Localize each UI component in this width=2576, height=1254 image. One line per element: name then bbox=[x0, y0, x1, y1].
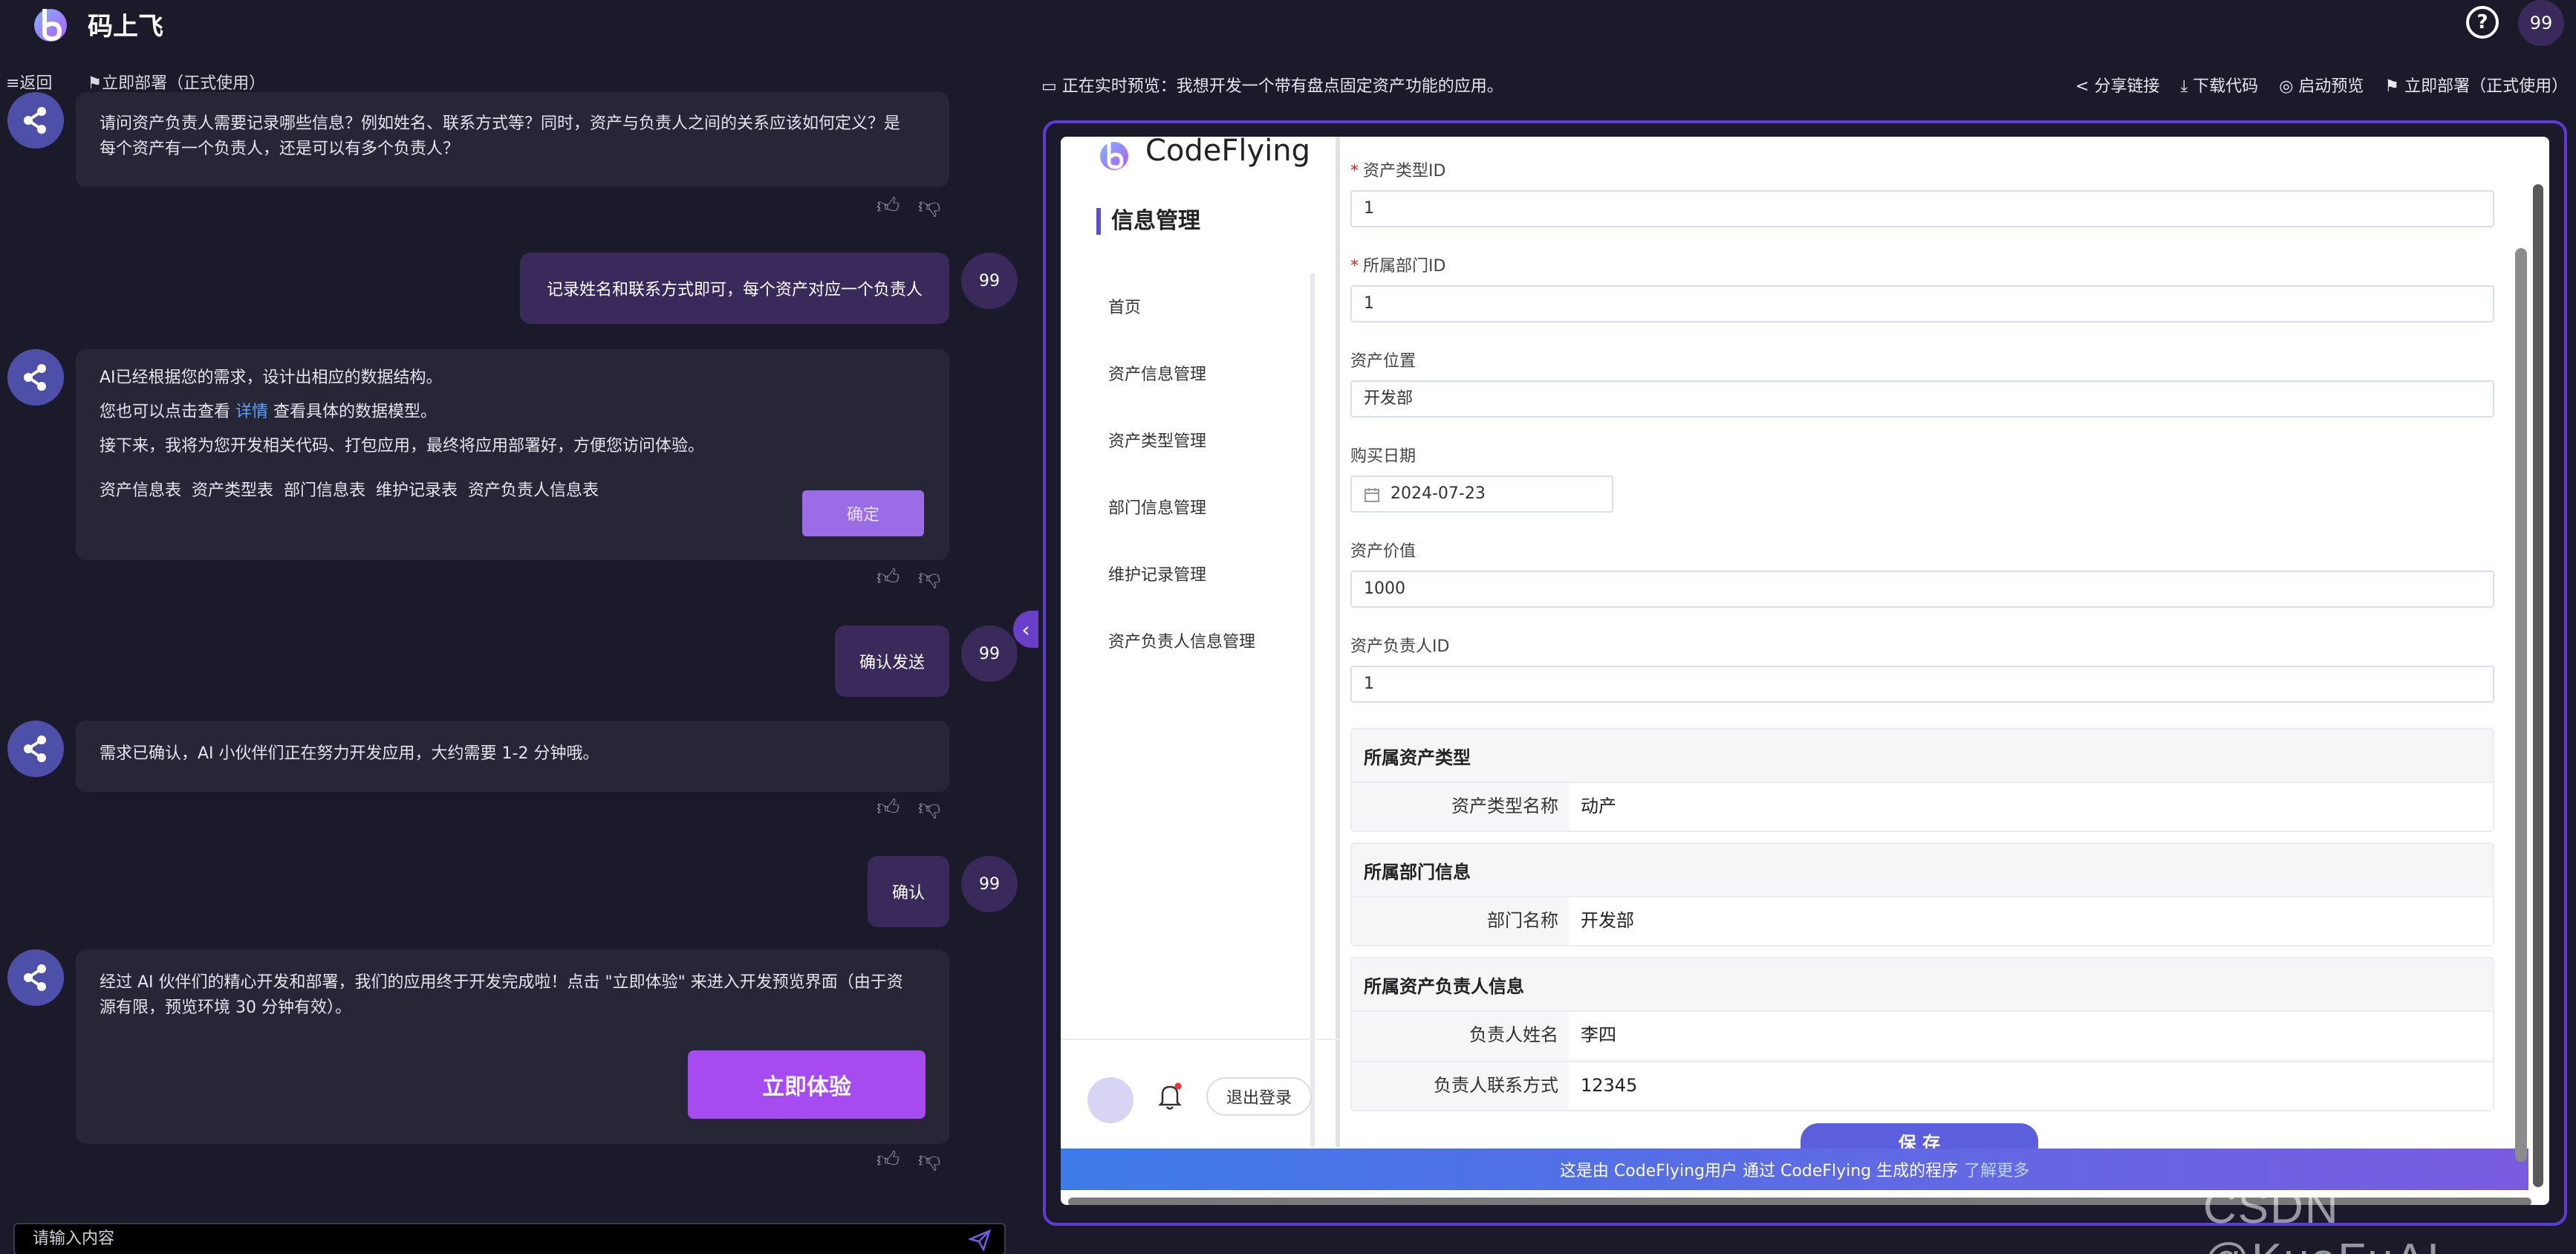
asset-type-id-input[interactable]: 1 bbox=[1350, 190, 2494, 227]
asset-owner-card: 所属资产负责人信息 负责人姓名 李四 负责人联系方式 12345 bbox=[1350, 957, 2494, 1111]
confirm-button[interactable]: 确定 bbox=[802, 490, 924, 536]
start-preview-button[interactable]: ◎ 启动预览 bbox=[2279, 73, 2364, 97]
learn-more-link[interactable]: 了解更多 bbox=[1964, 1157, 2029, 1181]
thumbs-up-icon[interactable]: 👍︎ bbox=[876, 193, 902, 219]
table-row: 负责人联系方式 12345 bbox=[1352, 1061, 2493, 1110]
page-scrollbar[interactable] bbox=[2533, 184, 2543, 1187]
thumbs-down-icon[interactable]: 👎︎ bbox=[918, 795, 943, 821]
sidebar-scrollbar[interactable] bbox=[1310, 273, 1315, 1147]
user-avatar[interactable]: 99 bbox=[2518, 0, 2564, 46]
feedback: 👍︎ 👎︎ bbox=[876, 1147, 943, 1173]
asset-type-card: 所属资产类型 资产类型名称 动产 bbox=[1350, 728, 2494, 832]
codeflying-logo-icon bbox=[1100, 141, 1128, 170]
menu-item-asset-info[interactable]: 资产信息管理 bbox=[1108, 361, 1206, 385]
menu-item-asset-owner[interactable]: 资产负责人信息管理 bbox=[1108, 628, 1255, 652]
play-icon: ◎ bbox=[2279, 77, 2299, 96]
ai-message: 需求已确认，AI 小伙伴们正在努力开发应用，大约需要 1-2 分钟哦。 bbox=[76, 721, 949, 792]
department-card: 所属部门信息 部门名称 开发部 bbox=[1350, 842, 2494, 946]
ai-avatar bbox=[7, 349, 64, 406]
app-logo-icon bbox=[34, 9, 67, 42]
form-scrollbar[interactable] bbox=[2515, 248, 2527, 1162]
chat-toolbar: ≡返回 ⚑立即部署（正式使用） bbox=[6, 70, 295, 94]
user-avatar: 99 bbox=[961, 626, 1018, 682]
purchase-date-picker[interactable]: 2024-07-23 bbox=[1350, 475, 1613, 513]
brand-name: CodeFlying bbox=[1145, 137, 1311, 168]
table-row: 资产类型名称 动产 bbox=[1352, 782, 2493, 831]
share-nodes-icon bbox=[24, 735, 46, 762]
logout-button[interactable]: 退出登录 bbox=[1206, 1077, 1312, 1116]
ai-avatar bbox=[7, 949, 64, 1006]
thumbs-up-icon[interactable]: 👍︎ bbox=[876, 1147, 902, 1173]
thumbs-up-icon[interactable]: 👍︎ bbox=[876, 795, 902, 821]
share-nodes-icon bbox=[24, 964, 46, 991]
preview-actions: < 分享链接 ⤓ 下载代码 ◎ 启动预览 ⚑ 立即部署（正式使用） bbox=[2075, 73, 2568, 97]
download-code-button[interactable]: ⤓ 下载代码 bbox=[2180, 73, 2258, 97]
top-bar: 码上飞 ? 99 bbox=[0, 0, 2576, 65]
preview-status: ▭ 正在实时预览：我想开发一个带有盘点固定资产功能的应用。 bbox=[1041, 77, 1503, 96]
app-title: 码上飞 bbox=[88, 12, 163, 42]
ai-message: 请问资产负责人需要记录哪些信息？例如姓名、联系方式等？同时，资产与负责人之间的关… bbox=[76, 92, 949, 187]
menu-item-maintenance[interactable]: 维护记录管理 bbox=[1108, 562, 1206, 585]
menu-item-department[interactable]: 部门信息管理 bbox=[1108, 495, 1206, 519]
section-title: 信息管理 bbox=[1096, 208, 1200, 235]
asset-owner-id-input[interactable]: 1 bbox=[1350, 666, 2494, 703]
thumbs-up-icon[interactable]: 👍︎ bbox=[876, 565, 902, 591]
preview-sidebar: CodeFlying 信息管理 首页 资产信息管理 资产类型管理 部门信息管理 … bbox=[1061, 137, 1340, 1147]
user-avatar: 99 bbox=[961, 856, 1018, 912]
table-row: 部门名称 开发部 bbox=[1352, 896, 2493, 945]
ai-avatar bbox=[7, 721, 64, 777]
user-message: 记录姓名和联系方式即可，每个资产对应一个负责人 bbox=[520, 253, 949, 324]
help-icon[interactable]: ? bbox=[2466, 6, 2499, 39]
user-message: 确认 bbox=[868, 856, 949, 927]
chat-icon: ▭ bbox=[1041, 77, 1062, 96]
message-input[interactable]: 请输入内容 bbox=[13, 1223, 1006, 1254]
thumbs-down-icon[interactable]: 👎︎ bbox=[918, 565, 943, 591]
download-icon: ⤓ bbox=[2180, 77, 2193, 96]
share-nodes-icon bbox=[24, 107, 46, 134]
deploy-button-left[interactable]: ⚑立即部署（正式使用） bbox=[87, 74, 265, 93]
table-row: 负责人姓名 李四 bbox=[1352, 1010, 2493, 1059]
feedback: 👍︎ 👎︎ bbox=[876, 565, 943, 591]
details-link[interactable]: 详情 bbox=[235, 403, 268, 421]
department-id-input[interactable]: 1 bbox=[1350, 285, 2494, 322]
flag-icon: ⚑ bbox=[2384, 77, 2405, 96]
feedback: 👍︎ 👎︎ bbox=[876, 795, 943, 821]
back-button[interactable]: ≡返回 bbox=[6, 74, 52, 93]
thumbs-down-icon[interactable]: 👎︎ bbox=[918, 1147, 943, 1173]
feedback: 👍︎ 👎︎ bbox=[876, 193, 943, 219]
calendar-icon bbox=[1365, 488, 1379, 502]
share-icon: < bbox=[2075, 77, 2095, 96]
send-icon[interactable] bbox=[969, 1229, 991, 1251]
chat-panel: 请问资产负责人需要记录哪些信息？例如姓名、联系方式等？同时，资产与负责人之间的关… bbox=[0, 92, 1025, 1218]
bell-icon[interactable] bbox=[1157, 1082, 1183, 1111]
preview-user-avatar[interactable] bbox=[1087, 1077, 1133, 1123]
asset-value-input[interactable]: 1000 bbox=[1350, 571, 2494, 608]
app-preview: CodeFlying 信息管理 首页 资产信息管理 资产类型管理 部门信息管理 … bbox=[1061, 137, 2549, 1205]
user-avatar: 99 bbox=[961, 253, 1018, 309]
ai-avatar bbox=[7, 92, 64, 149]
sidebar-footer: 退出登录 bbox=[1061, 1039, 1340, 1147]
share-link-button[interactable]: < 分享链接 bbox=[2075, 73, 2159, 97]
share-nodes-icon bbox=[24, 364, 46, 391]
deploy-button-right[interactable]: ⚑ 立即部署（正式使用） bbox=[2384, 73, 2568, 97]
user-message: 确认发送 bbox=[835, 626, 949, 697]
menu-item-home[interactable]: 首页 bbox=[1108, 294, 1141, 318]
watermark: CSDN @KuaFuAI bbox=[2203, 1182, 2439, 1254]
menu-item-asset-type[interactable]: 资产类型管理 bbox=[1108, 428, 1206, 452]
asset-location-input[interactable]: 开发部 bbox=[1350, 380, 2494, 418]
try-now-button[interactable]: 立即体验 bbox=[688, 1050, 926, 1119]
thumbs-down-icon[interactable]: 👎︎ bbox=[918, 193, 943, 219]
